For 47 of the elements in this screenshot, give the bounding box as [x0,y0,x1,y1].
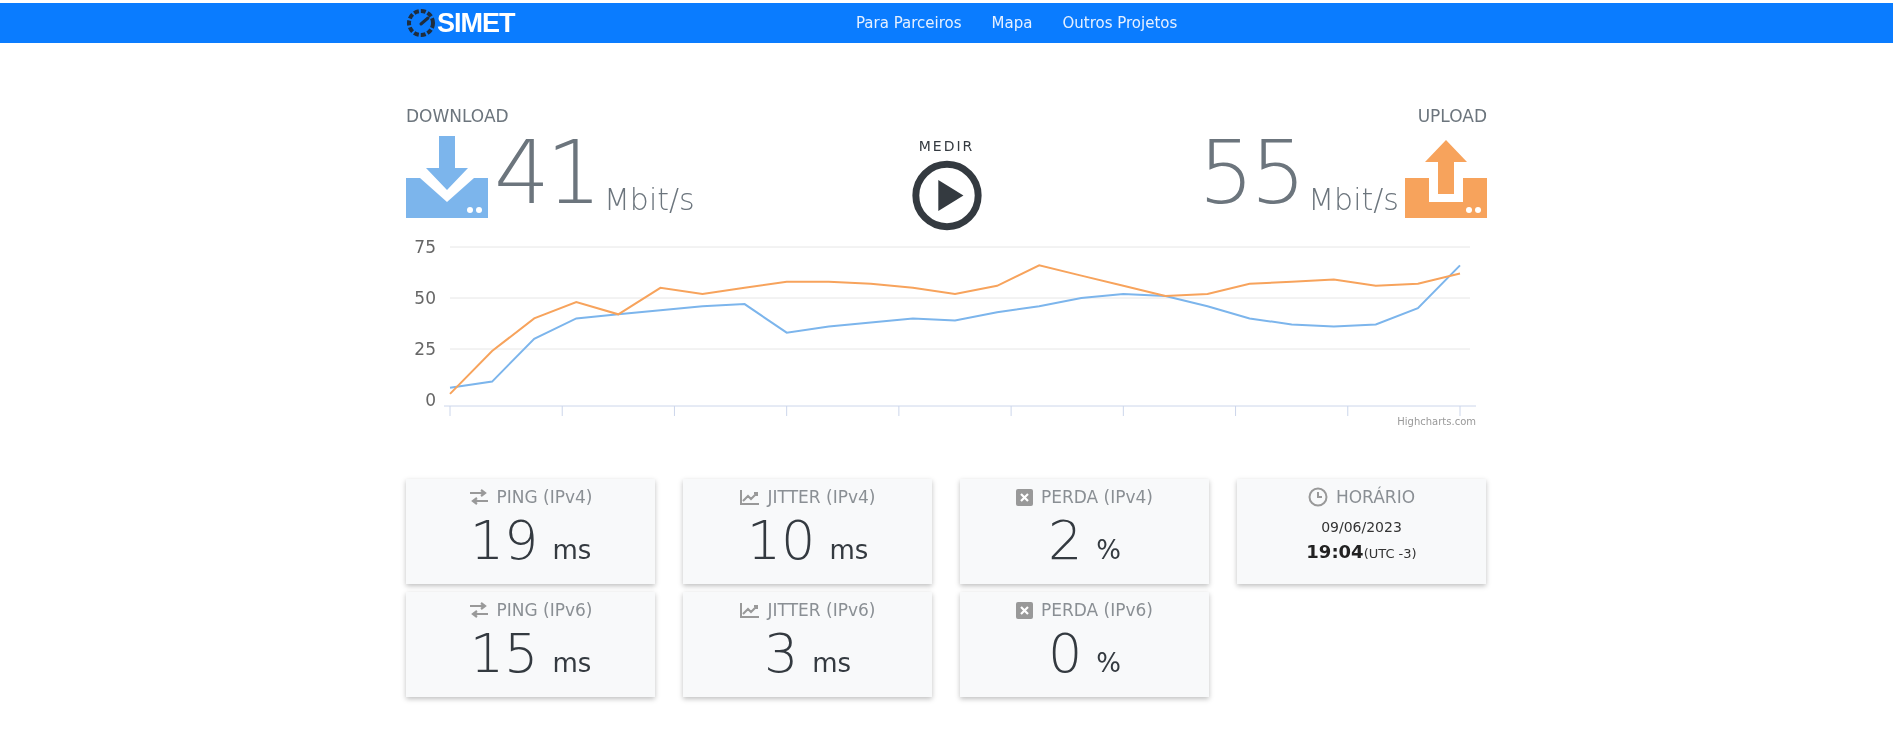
metric-value: 19 [469,509,539,573]
y-axis-label: 0 [425,390,436,410]
card-title: HORÁRIO [1335,487,1416,507]
metric-value: 15 [469,622,539,686]
upload-speed: 55 [1198,128,1303,218]
metric-value: 0 [1047,622,1083,686]
measure-label: MEDIR [918,138,975,154]
time-text: 19:04 [1306,541,1364,562]
chart-icon [739,489,760,505]
close-box-icon [1015,488,1033,506]
card-title: JITTER (IPv6) [767,600,876,620]
date-text: 09/06/2023 [1321,519,1402,535]
y-axis-label: 75 [414,237,436,257]
chart-credit[interactable]: Highcharts.com [1397,416,1476,427]
download-unit: Mbit/s [604,182,695,218]
arrows-icon [468,489,489,505]
y-axis-label: 25 [414,339,436,359]
upload-unit: Mbit/s [1308,182,1399,218]
speedometer-icon [406,8,436,38]
clock-icon [1307,487,1328,507]
metric-unit: ms [552,535,592,565]
arrows-icon [468,602,489,618]
close-box-icon [1015,601,1033,619]
metric-value: 2 [1047,509,1083,573]
metric-value: 3 [763,622,799,686]
download-icon [406,136,488,218]
metric-unit: ms [812,648,852,678]
logo-text[interactable]: SIMET [437,7,515,39]
metric-value: 10 [746,509,816,573]
download-label: DOWNLOAD [406,106,510,126]
card-title: PERDA (IPv6) [1040,600,1153,620]
metric-unit: % [1096,535,1122,565]
card-title: PERDA (IPv4) [1040,487,1153,507]
nav-link[interactable]: Mapa [991,14,1033,32]
upload-label: UPLOAD [1417,106,1487,126]
metric-unit: % [1096,648,1122,678]
download-speed: 41 [494,128,598,218]
metric-unit: ms [829,535,869,565]
y-axis-label: 50 [414,288,436,308]
card-title: PING (IPv4) [496,487,593,507]
chart-icon [739,602,760,618]
timezone-text: (UTC -3) [1363,546,1417,561]
nav-link[interactable]: Outros Projetos [1062,14,1178,32]
card-title: PING (IPv6) [496,600,593,620]
nav-link[interactable]: Para Parceiros [856,14,962,32]
metric-unit: ms [552,648,592,678]
card-title: JITTER (IPv4) [767,487,876,507]
